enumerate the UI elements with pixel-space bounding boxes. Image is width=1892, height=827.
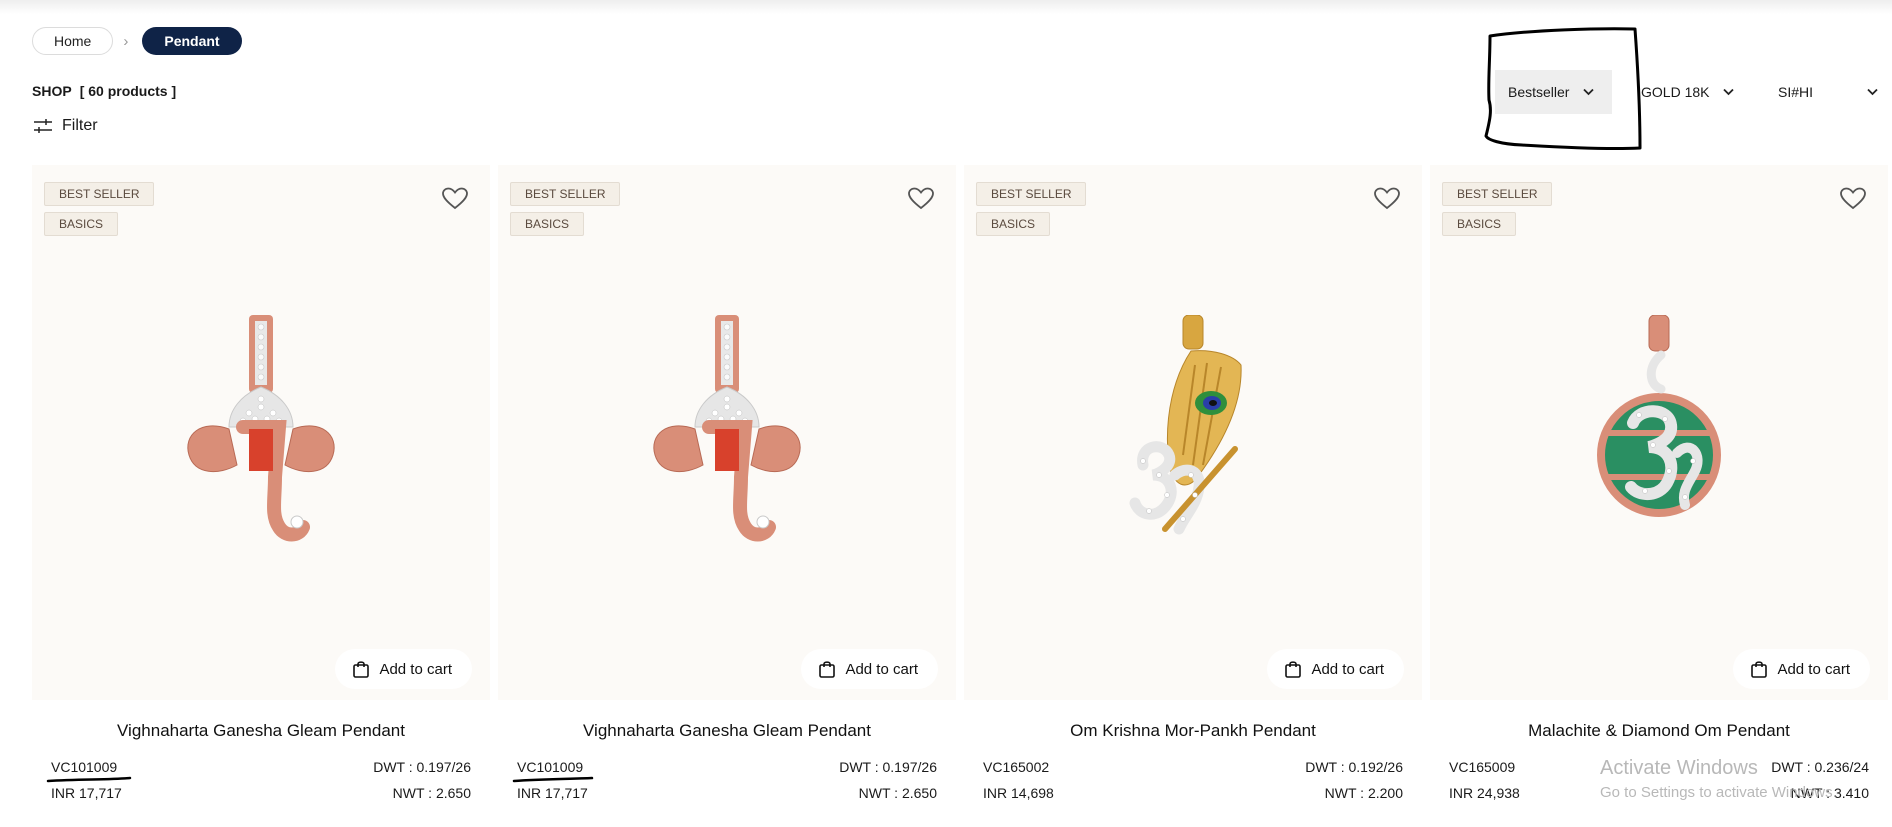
product-name[interactable]: Vighnaharta Ganesha Gleam Pendant — [498, 721, 956, 741]
product-card[interactable]: BEST SELLER BASICS Add to cart — [498, 165, 956, 700]
shopping-bag-icon — [1751, 661, 1768, 678]
product-code: VC101009 — [51, 759, 118, 775]
product-nwt: NWT : 2.200 — [1324, 785, 1403, 801]
sliders-icon — [34, 119, 52, 133]
shop-title: SHOP — [32, 83, 72, 99]
product-dwt: DWT : 0.192/26 — [1305, 759, 1403, 775]
product-price: INR 14,698 — [983, 785, 1054, 801]
top-shade — [0, 0, 1892, 14]
product-price: INR 17,717 — [51, 785, 122, 801]
best-seller-badge: BEST SELLER — [44, 182, 155, 206]
quality-select[interactable]: SI#HI — [1778, 70, 1878, 114]
product-name[interactable]: Malachite & Diamond Om Pendant — [1430, 721, 1888, 741]
metal-value: GOLD 18K — [1641, 84, 1710, 100]
shopping-bag-icon — [819, 661, 836, 678]
chevron-down-icon — [1723, 88, 1735, 96]
product-count: [ 60 products ] — [79, 83, 177, 99]
product-nwt: NWT : 2.650 — [392, 785, 471, 801]
basics-badge: BASICS — [44, 212, 119, 236]
chevron-down-icon — [1867, 88, 1878, 96]
ganesha-pendant-image[interactable] — [171, 315, 351, 555]
filter-button[interactable]: Filter — [34, 117, 98, 135]
shopping-bag-icon — [353, 661, 370, 678]
heart-icon[interactable] — [908, 187, 934, 211]
basics-badge: BASICS — [1442, 212, 1517, 236]
product-nwt: NWT : 3.410 — [1790, 785, 1869, 801]
product-dwt: DWT : 0.197/26 — [373, 759, 471, 775]
add-to-cart-button[interactable]: Add to cart — [1733, 649, 1870, 689]
shop-heading: SHOP [ 60 products ] — [32, 83, 176, 99]
add-to-cart-label: Add to cart — [1311, 660, 1384, 678]
add-to-cart-label: Add to cart — [1777, 660, 1850, 678]
add-to-cart-button[interactable]: Add to cart — [801, 649, 938, 689]
add-to-cart-label: Add to cart — [845, 660, 918, 678]
sort-value: Bestseller — [1508, 84, 1570, 100]
product-nwt: NWT : 2.650 — [858, 785, 937, 801]
breadcrumb-home[interactable]: Home — [32, 27, 114, 55]
product-code: VC165002 — [983, 759, 1050, 775]
sort-select[interactable]: Bestseller — [1495, 70, 1612, 114]
product-card[interactable]: BEST SELLER BASICS Add to cart — [32, 165, 490, 700]
chevron-down-icon — [1583, 88, 1595, 96]
product-card[interactable]: BEST SELLER BASICS Add to cart — [964, 165, 1422, 700]
add-to-cart-button[interactable]: Add to cart — [1267, 649, 1404, 689]
malachite-om-pendant-image[interactable] — [1569, 315, 1749, 555]
add-to-cart-label: Add to cart — [379, 660, 452, 678]
metal-select[interactable]: GOLD 18K — [1641, 70, 1735, 114]
breadcrumb-separator-icon: › — [123, 32, 129, 50]
ganesha-pendant-image[interactable] — [637, 315, 817, 555]
basics-badge: BASICS — [510, 212, 585, 236]
product-dwt: DWT : 0.236/24 — [1771, 759, 1869, 775]
product-price: INR 24,938 — [1449, 785, 1520, 801]
product-code: VC165009 — [1449, 759, 1516, 775]
product-card[interactable]: BEST SELLER BASICS Add to cart — [1430, 165, 1888, 700]
product-name[interactable]: Vighnaharta Ganesha Gleam Pendant — [32, 721, 490, 741]
add-to-cart-button[interactable]: Add to cart — [335, 649, 472, 689]
om-peacock-feather-pendant-image[interactable] — [1103, 315, 1283, 555]
quality-value: SI#HI — [1778, 84, 1814, 100]
breadcrumb-current[interactable]: Pendant — [142, 27, 242, 55]
best-seller-badge: BEST SELLER — [510, 182, 621, 206]
heart-icon[interactable] — [442, 187, 468, 211]
best-seller-badge: BEST SELLER — [976, 182, 1087, 206]
product-price: INR 17,717 — [517, 785, 588, 801]
product-dwt: DWT : 0.197/26 — [839, 759, 937, 775]
heart-icon[interactable] — [1840, 187, 1866, 211]
shopping-bag-icon — [1285, 661, 1302, 678]
filter-label: Filter — [62, 117, 98, 134]
product-name[interactable]: Om Krishna Mor-Pankh Pendant — [964, 721, 1422, 741]
heart-icon[interactable] — [1374, 187, 1400, 211]
best-seller-badge: BEST SELLER — [1442, 182, 1553, 206]
breadcrumb: Home › Pendant — [32, 27, 242, 55]
basics-badge: BASICS — [976, 212, 1051, 236]
product-code: VC101009 — [517, 759, 584, 775]
